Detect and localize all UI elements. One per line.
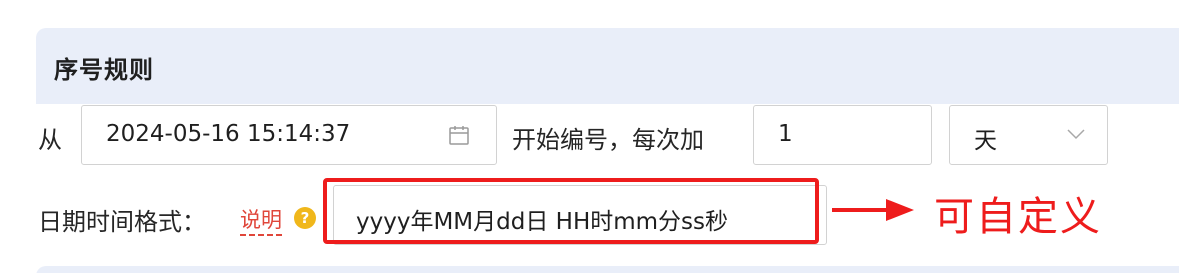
help-link-text: 说明 xyxy=(240,208,282,236)
section-header xyxy=(36,28,1179,104)
unit-value: 天 xyxy=(974,128,997,154)
datetime-format-label: 日期时间格式： xyxy=(38,208,206,236)
next-section-header xyxy=(36,266,1179,273)
highlight-box xyxy=(323,178,819,244)
step-value: 1 xyxy=(778,121,793,147)
unit-select[interactable]: 天 xyxy=(949,105,1108,165)
start-datetime-value: 2024-05-16 15:14:37 xyxy=(106,121,351,147)
annotation-text: 可自定义 xyxy=(934,194,1102,240)
step-input[interactable]: 1 xyxy=(753,105,932,165)
section-title: 序号规则 xyxy=(54,56,154,84)
start-number-label: 开始编号，每次加 xyxy=(512,126,704,154)
chevron-down-icon xyxy=(1067,129,1085,140)
question-circle-icon[interactable]: ? xyxy=(294,207,316,229)
calendar-icon[interactable] xyxy=(448,124,470,146)
start-datetime-picker[interactable]: 2024-05-16 15:14:37 xyxy=(81,105,497,165)
help-link[interactable]: 说明 xyxy=(240,204,282,236)
arrow-right-icon xyxy=(832,199,914,221)
from-label: 从 xyxy=(38,126,62,154)
